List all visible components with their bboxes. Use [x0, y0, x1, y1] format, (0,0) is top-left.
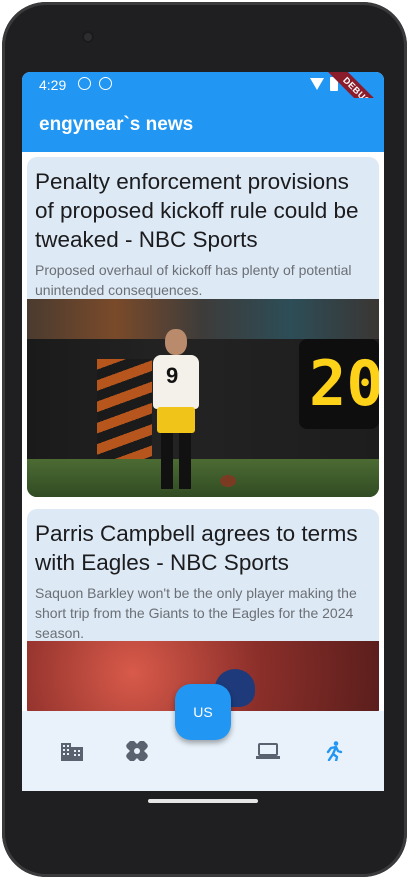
health-bandage-icon[interactable]: [125, 741, 149, 761]
app-screen: 4:29 DEBUG engynear`s news Penalty enfor…: [22, 72, 384, 791]
football: [220, 475, 236, 487]
crowd: [27, 299, 379, 339]
field-grass: [27, 459, 379, 497]
player-legs: [161, 433, 191, 489]
bengals-stripe: [97, 359, 152, 459]
player-head: [165, 329, 187, 355]
article-title: Penalty enforcement provisions of propos…: [35, 169, 359, 252]
technology-laptop-icon[interactable]: [256, 741, 280, 761]
status-bar: 4:29 DEBUG: [22, 72, 384, 135]
article-description: Proposed overhaul of kickoff has plenty …: [35, 262, 352, 298]
scoreboard: 20: [299, 339, 379, 429]
business-building-icon[interactable]: [60, 741, 84, 761]
sync-icon: [99, 77, 112, 90]
app-bar: engynear`s news: [22, 98, 384, 152]
home-indicator[interactable]: [148, 799, 258, 803]
article-image: 20 9: [27, 299, 379, 497]
news-list[interactable]: Penalty enforcement provisions of propos…: [22, 152, 384, 711]
jersey-number: 9: [166, 363, 179, 388]
app-title: engynear`s news: [39, 114, 194, 135]
player-jersey: 9: [153, 355, 199, 409]
article-description: Saquon Barkley won't be the only player …: [35, 585, 357, 641]
front-camera: [82, 31, 94, 43]
scoreboard-digits: 20: [309, 347, 379, 420]
sports-run-icon[interactable]: [322, 741, 346, 761]
status-time: 4:29: [39, 77, 67, 93]
us-news-button[interactable]: US: [175, 684, 231, 740]
news-card[interactable]: Parris Campbell agrees to terms with Eag…: [27, 509, 379, 711]
wifi-icon: [310, 78, 324, 90]
article-title: Parris Campbell agrees to terms with Eag…: [35, 521, 358, 575]
player-figure: 9: [151, 329, 201, 489]
info-icon: [78, 77, 91, 90]
player-pants: [157, 407, 195, 433]
news-card[interactable]: Penalty enforcement provisions of propos…: [27, 157, 379, 497]
